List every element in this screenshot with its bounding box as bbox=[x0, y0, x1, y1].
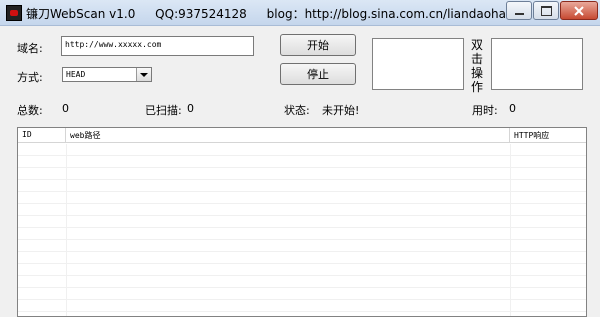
table-header: ID web路径 HTTP响应 bbox=[18, 128, 586, 143]
stop-button[interactable]: 停止 bbox=[280, 63, 356, 85]
start-button[interactable]: 开始 bbox=[280, 34, 356, 56]
title-bar[interactable]: 镰刀WebScan v1.0 QQ:937524128 blog：http://… bbox=[0, 0, 600, 26]
method-select[interactable]: HEAD bbox=[62, 67, 152, 82]
scanned-value: 0 bbox=[187, 102, 194, 115]
column-header-http-response[interactable]: HTTP响应 bbox=[510, 128, 586, 143]
total-label: 总数: bbox=[17, 104, 43, 117]
method-value: HEAD bbox=[66, 70, 86, 79]
double-click-label: 双击操作 bbox=[470, 38, 483, 94]
domain-input[interactable]: http://www.xxxxx.com bbox=[61, 36, 254, 56]
chevron-down-icon[interactable] bbox=[136, 68, 151, 81]
close-button[interactable] bbox=[560, 1, 598, 20]
blog-link: blog：http://blog.sina.com.cn/liandaohack bbox=[266, 7, 520, 21]
scanned-label: 已扫描: bbox=[145, 104, 182, 117]
minimize-button[interactable] bbox=[506, 1, 532, 20]
method-label: 方式: bbox=[17, 71, 43, 84]
app-icon bbox=[6, 5, 22, 21]
results-table[interactable]: ID web路径 HTTP响应 bbox=[17, 127, 587, 317]
right-preview-panel[interactable] bbox=[491, 38, 583, 90]
window-title: 镰刀WebScan v1.0 QQ:937524128 blog：http://… bbox=[26, 5, 536, 22]
app-name: 镰刀WebScan v1.0 bbox=[26, 7, 136, 21]
state-value: 未开始! bbox=[322, 104, 360, 117]
left-preview-panel[interactable] bbox=[372, 38, 464, 90]
column-header-id[interactable]: ID bbox=[18, 128, 66, 143]
column-divider bbox=[66, 144, 67, 316]
total-value: 0 bbox=[62, 102, 69, 115]
column-divider bbox=[510, 144, 511, 316]
domain-label: 域名: bbox=[17, 42, 43, 55]
maximize-button[interactable] bbox=[533, 1, 559, 20]
close-icon bbox=[574, 5, 584, 16]
state-label: 状态: bbox=[284, 104, 310, 117]
qq-contact: QQ:937524128 bbox=[155, 7, 247, 21]
time-label: 用时: bbox=[472, 104, 498, 117]
column-header-web-path[interactable]: web路径 bbox=[66, 128, 510, 143]
table-body[interactable] bbox=[18, 144, 586, 316]
time-value: 0 bbox=[509, 102, 516, 115]
